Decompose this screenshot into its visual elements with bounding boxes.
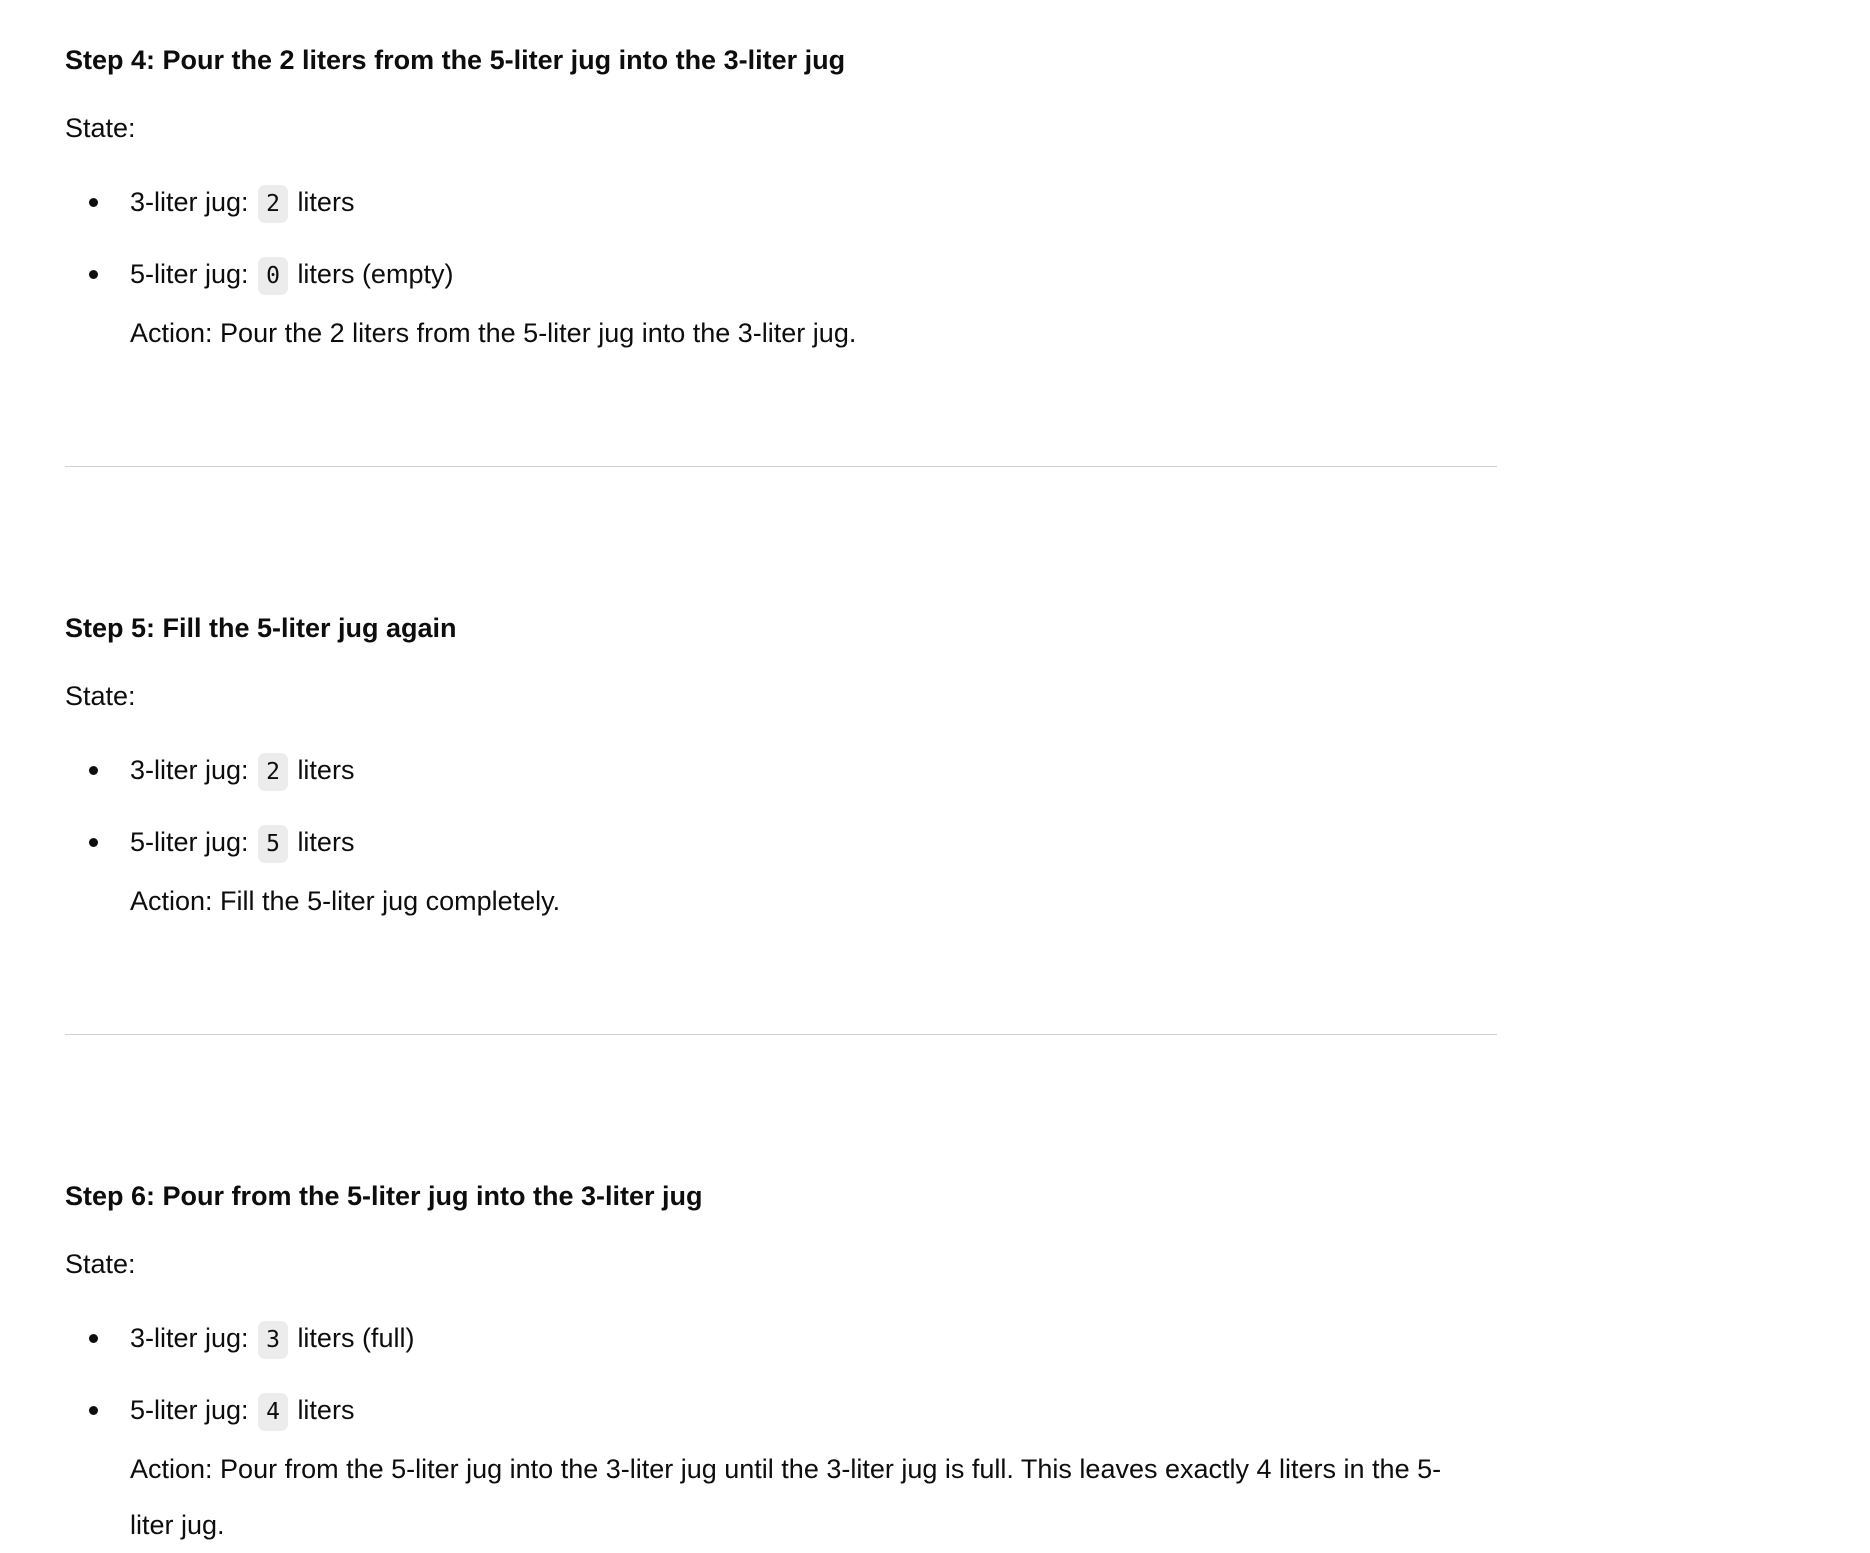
state-label: State:: [65, 113, 136, 143]
jug-label: 3-liter jug:: [130, 755, 249, 785]
jug-suffix: liters: [297, 827, 355, 857]
jug-suffix: liters: [297, 187, 355, 217]
list-item: 3-liter jug: 2 liters: [65, 182, 1497, 224]
step-4-section: Step 4: Pour the 2 liters from the 5-lit…: [65, 0, 1497, 361]
jug-suffix: liters: [297, 755, 355, 785]
jug-value: 3: [258, 1321, 288, 1359]
step-heading: Step 6: Pour from the 5-liter jug into t…: [65, 1181, 703, 1211]
jug-label: 5-liter jug:: [130, 1395, 249, 1425]
list-item: 5-liter jug: 5 liters: [65, 822, 1497, 864]
jug-value: 2: [258, 185, 288, 223]
document: Step 4: Pour the 2 liters from the 5-lit…: [0, 0, 1497, 1553]
jug-state-list: 3-liter jug: 2 liters 5-liter jug: 0 lit…: [65, 182, 1497, 296]
state-label: State:: [65, 1249, 136, 1279]
jug-suffix: liters: [297, 1395, 355, 1425]
step-heading: Step 5: Fill the 5-liter jug again: [65, 613, 457, 643]
jug-label: 3-liter jug:: [130, 1323, 249, 1353]
jug-value: 4: [258, 1393, 288, 1431]
divider: [65, 466, 1497, 467]
state-label: State:: [65, 681, 136, 711]
list-item: 3-liter jug: 3 liters (full): [65, 1318, 1497, 1360]
jug-label: 5-liter jug:: [130, 827, 249, 857]
step-5-section: Step 5: Fill the 5-liter jug again State…: [65, 568, 1497, 929]
jug-label: 5-liter jug:: [130, 259, 249, 289]
jug-suffix: liters (full): [297, 1323, 415, 1353]
jug-value: 2: [258, 753, 288, 791]
jug-state-list: 3-liter jug: 3 liters (full) 5-liter jug…: [65, 1318, 1497, 1432]
list-item: 3-liter jug: 2 liters: [65, 750, 1497, 792]
jug-state-list: 3-liter jug: 2 liters 5-liter jug: 5 lit…: [65, 750, 1497, 864]
list-item: 5-liter jug: 0 liters (empty): [65, 254, 1497, 296]
jug-label: 3-liter jug:: [130, 187, 249, 217]
jug-value: 5: [258, 825, 288, 863]
action-text: Action: Fill the 5-liter jug completely.: [130, 886, 561, 916]
jug-suffix: liters (empty): [297, 259, 454, 289]
divider: [65, 1034, 1497, 1035]
action-text: Action: Pour from the 5-liter jug into t…: [130, 1454, 1442, 1540]
jug-value: 0: [258, 257, 288, 295]
step-6-section: Step 6: Pour from the 5-liter jug into t…: [65, 1136, 1497, 1553]
step-heading: Step 4: Pour the 2 liters from the 5-lit…: [65, 45, 846, 75]
action-text: Action: Pour the 2 liters from the 5-lit…: [130, 318, 857, 348]
list-item: 5-liter jug: 4 liters: [65, 1390, 1497, 1432]
